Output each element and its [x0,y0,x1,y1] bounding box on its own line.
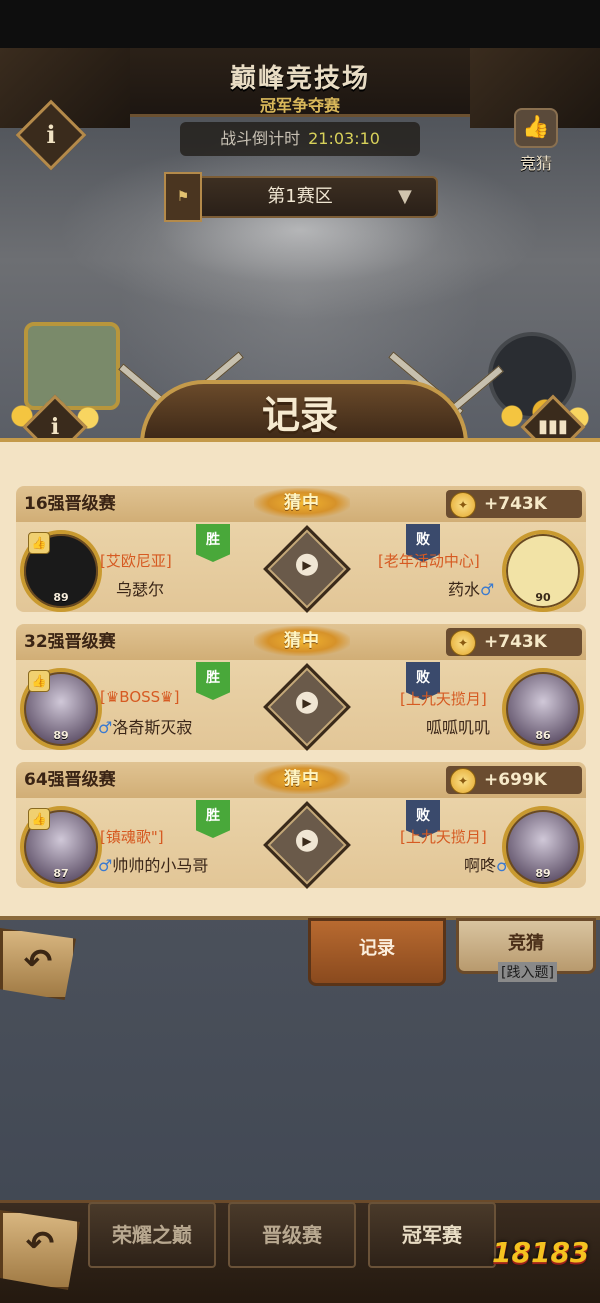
tab-record-label: 记录 [359,938,395,959]
nav-tab-promotion[interactable]: 晋级赛 [228,1202,356,1268]
page-title: 巅峰竞技场 [229,64,370,94]
player-level: 87 [53,867,69,880]
back-button[interactable]: ↶ [0,1210,80,1290]
countdown-time: 21:03:10 [308,129,380,148]
thumbs-up-icon: 👍 [28,670,50,692]
record-card-header: 64强晋级赛 猜中 ✦ +699K [16,762,586,798]
round-name: 64强晋级赛 [24,770,116,790]
player-name: 药水 [448,580,481,599]
play-icon: ▶ [296,829,318,852]
coin-icon: ✦ [450,492,476,518]
player-guild: [老年活动中心] [378,552,480,570]
info-icon: i [46,120,56,149]
zone-dropdown-value: 第1赛区 [267,186,333,207]
player-guild: [镇魂歌"] [100,828,164,846]
guess-label: 竞猜 [519,154,552,173]
site-watermark: 18183 [492,1236,590,1269]
play-icon: ▶ [296,691,318,714]
modal-title: 记录 [261,392,338,437]
guess-result-badge: 猜中 [254,626,350,656]
tab-guess-label: 竞猜 [508,933,544,954]
reward-amount: +699K [484,770,547,790]
win-flag: 胜 [196,524,230,562]
player-name: 呱呱叽叽 [426,718,491,737]
player-guild: [艾欧尼亚] [100,552,172,570]
reward-box: ✦ +699K [446,766,582,794]
reward-box: ✦ +743K [446,628,582,656]
record-card: 16强晋级赛 猜中 ✦ +743K 89 👍 胜 [艾欧尼亚] 乌瑟尔 ▶ 败 … [16,486,586,613]
thumbs-up-icon: 👍 [28,532,50,554]
chevron-down-icon: ▼ [398,186,412,207]
round-name: 32强晋级赛 [24,632,116,652]
record-card: 32强晋级赛 猜中 ✦ +743K 89 👍 胜 [♛BOSS♛] ♂洛奇斯灭寂… [16,624,586,751]
player-name: 乌瑟尔 [116,580,165,599]
player-guild: [上九天揽月] [400,828,487,846]
win-flag: 胜 [196,800,230,838]
player-level: 86 [535,729,551,742]
reward-box: ✦ +743K [446,490,582,518]
thumbs-up-icon: 👍 [514,108,558,148]
player-avatar[interactable]: 89 [502,806,584,888]
battle-countdown: 战斗倒计时 21:03:10 [180,122,420,156]
tab-record[interactable]: 记录 [308,918,446,986]
male-icon: ♂ [98,718,113,737]
record-card-header: 32强晋级赛 猜中 ✦ +743K [16,624,586,660]
play-icon: ▶ [296,553,318,576]
round-name: 16强晋级赛 [24,494,116,514]
reward-amount: +743K [484,494,547,514]
player-name-wrap: 药水♂ [448,576,494,600]
male-icon: ♂ [480,580,495,599]
player-level: 89 [53,591,69,604]
partial-label: [践入题] [498,962,557,982]
nav-tab-championship[interactable]: 冠军赛 [368,1202,496,1268]
player-guild: [上九天揽月] [400,690,487,708]
back-arrow-icon: ↶ [25,1224,55,1264]
record-card: 64强晋级赛 猜中 ✦ +699K 87 👍 胜 [镇魂歌"] ♂帅帅的小马哥 … [16,762,586,889]
player-level: 89 [535,867,551,880]
status-strip [0,0,600,48]
player-avatar[interactable]: 86 [502,668,584,750]
record-card-header: 16强晋级赛 猜中 ✦ +743K [16,486,586,522]
player-name-wrap: ♂洛奇斯灭寂 [98,714,192,738]
guess-result-badge: 猜中 [254,488,350,518]
nav-tab-glory-peak[interactable]: 荣耀之巅 [88,1202,216,1268]
player-name: 洛奇斯灭寂 [112,718,193,737]
coin-icon: ✦ [450,768,476,794]
player-name-wrap: ♂帅帅的小马哥 [98,852,208,876]
countdown-label: 战斗倒计时 [220,129,301,148]
win-flag: 胜 [196,662,230,700]
player-name: 啊咚 [464,856,497,875]
player-name: 帅帅的小马哥 [112,856,209,875]
player-level: 90 [535,591,551,604]
record-panel[interactable]: 16强晋级赛 猜中 ✦ +743K 89 👍 胜 [艾欧尼亚] 乌瑟尔 ▶ 败 … [0,438,600,920]
zone-dropdown[interactable]: ⚑ 第1赛区 ▼ [164,172,438,222]
back-arrow-icon: ↶ [23,942,53,982]
player-avatar[interactable]: 90 [502,530,584,612]
male-icon: ♂ [98,856,113,875]
zone-banner-icon: ⚑ [164,172,202,222]
reward-amount: +743K [484,632,547,652]
player-level: 89 [53,729,69,742]
thumbs-up-icon: 👍 [28,808,50,830]
guess-result-badge: 猜中 [254,764,350,794]
guess-button[interactable]: 👍 竞猜 [508,108,564,173]
coin-icon: ✦ [450,630,476,656]
player-guild: [♛BOSS♛] [100,688,180,706]
back-button[interactable]: ↶ [0,928,76,1000]
